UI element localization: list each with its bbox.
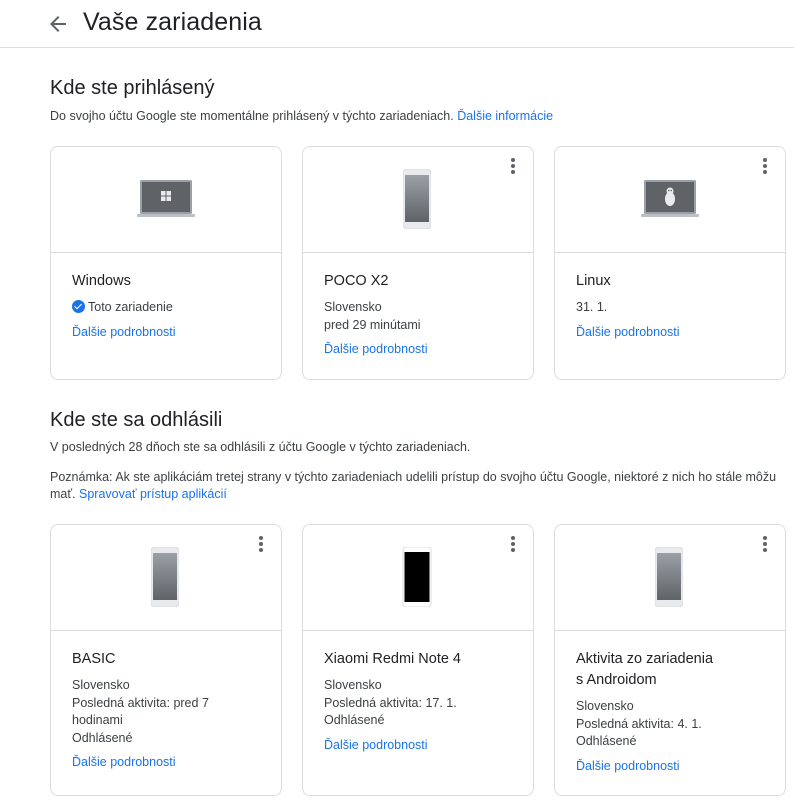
signed-in-heading: Kde ste prihlásený <box>50 77 215 99</box>
device-name: Aktivita zo zariadenia s Androidom <box>576 649 773 691</box>
device-card-xiaomi[interactable]: Xiaomi Redmi Note 4 Slovensko Posledná a… <box>302 524 534 796</box>
more-options-icon[interactable] <box>757 536 773 554</box>
device-image-area <box>51 147 281 253</box>
more-details-link[interactable]: Ďalšie podrobnosti <box>324 341 428 358</box>
signed-in-description: Do svojho účtu Google ste momentálne pri… <box>50 108 553 125</box>
more-details-link[interactable]: Ďalšie podrobnosti <box>72 754 176 771</box>
more-details-link[interactable]: Ďalšie podrobnosti <box>576 758 680 775</box>
device-status: Odhlásené <box>576 734 637 748</box>
this-device-label: Toto zariadenie <box>72 299 269 317</box>
android-phone-icon <box>403 169 431 229</box>
device-name: Linux <box>576 273 611 289</box>
more-options-icon[interactable] <box>505 158 521 176</box>
device-name: Xiaomi Redmi Note 4 <box>324 651 461 667</box>
signed-out-heading: Kde ste sa odhlásili <box>50 409 223 431</box>
device-image-area <box>303 525 533 631</box>
device-image-area <box>51 525 281 631</box>
device-last-activity-cont: hodinami <box>72 713 123 727</box>
phone-black-screen-icon <box>402 547 432 607</box>
device-name: POCO X2 <box>324 273 389 289</box>
device-name-line1: Aktivita zo zariadenia <box>576 651 714 667</box>
page-title: Vaše zariadenia <box>83 8 262 36</box>
device-card-windows[interactable]: Windows Toto zariadenie Ďalšie podrobnos… <box>50 146 282 380</box>
device-image-area <box>555 525 785 631</box>
device-name-line2: s Androidom <box>576 672 657 688</box>
android-phone-icon <box>655 547 683 607</box>
device-location: Slovensko <box>576 699 634 713</box>
more-details-link[interactable]: Ďalšie podrobnosti <box>72 324 176 341</box>
device-location: Slovensko <box>324 300 382 314</box>
device-location: Slovensko <box>324 678 382 692</box>
device-last-activity: Posledná aktivita: 4. 1. <box>576 716 702 731</box>
device-name: BASIC <box>72 651 116 667</box>
more-details-link[interactable]: Ďalšie podrobnosti <box>324 737 428 754</box>
device-card-linux[interactable]: Linux 31. 1. Ďalšie podrobnosti <box>554 146 786 380</box>
more-options-icon[interactable] <box>505 536 521 554</box>
top-bar: Vaše zariadenia <box>0 0 794 48</box>
this-device-text: Toto zariadenie <box>88 300 173 314</box>
more-options-icon[interactable] <box>757 158 773 176</box>
signed-out-note: Poznámka: Ak ste aplikáciám tretej stran… <box>50 469 790 503</box>
signed-in-description-text: Do svojho účtu Google ste momentálne pri… <box>50 109 454 123</box>
signed-out-description: V posledných 28 dňoch ste sa odhlásili z… <box>50 440 471 454</box>
device-last-seen: pred 29 minútami <box>324 317 421 332</box>
device-status: Odhlásené <box>324 713 385 727</box>
windows-laptop-icon <box>137 180 195 217</box>
more-options-icon[interactable] <box>253 536 269 554</box>
check-circle-icon <box>72 300 85 313</box>
more-details-link[interactable]: Ďalšie podrobnosti <box>576 324 680 341</box>
device-status: Odhlásené <box>72 730 133 745</box>
manage-app-access-link[interactable]: Spravovať prístup aplikácií <box>79 487 227 501</box>
device-name: Windows <box>72 273 131 289</box>
device-last-seen: 31. 1. <box>576 300 608 314</box>
learn-more-link[interactable]: Ďalšie informácie <box>457 109 553 123</box>
device-image-area <box>555 147 785 253</box>
device-card-android-activity[interactable]: Aktivita zo zariadenia s Androidom Slove… <box>554 524 786 796</box>
android-phone-icon <box>151 547 179 607</box>
device-last-activity: Posledná aktivita: 17. 1. <box>324 695 457 710</box>
device-location: Slovensko <box>72 678 130 692</box>
device-last-activity: Posledná aktivita: pred 7 <box>72 695 209 710</box>
back-arrow-icon[interactable] <box>46 12 70 36</box>
linux-laptop-icon <box>641 180 699 217</box>
device-card-basic[interactable]: BASIC Slovensko Posledná aktivita: pred … <box>50 524 282 796</box>
device-image-area <box>303 147 533 253</box>
device-card-poco-x2[interactable]: POCO X2 Slovensko pred 29 minútami Ďalši… <box>302 146 534 380</box>
